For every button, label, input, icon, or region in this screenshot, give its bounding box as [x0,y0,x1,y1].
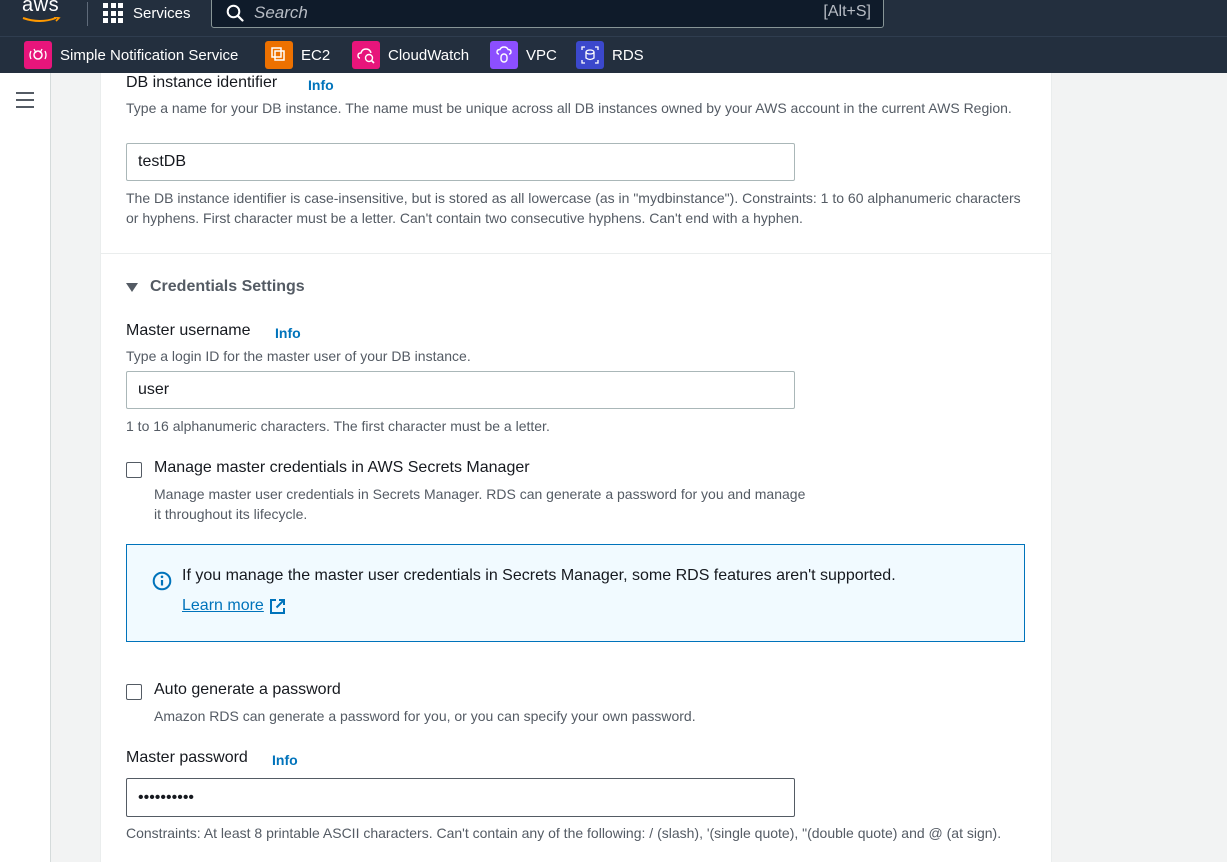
external-link-icon [269,598,285,614]
cloudwatch-icon [352,41,380,69]
favorite-cloudwatch[interactable]: CloudWatch [352,41,469,69]
learn-more-label: Learn more [182,597,264,614]
auto-generate-password-label[interactable]: Auto generate a password [154,681,341,699]
create-database-form: DB instance identifier Info Type a name … [100,73,1052,862]
rds-icon [576,41,604,69]
vpc-icon [490,41,518,69]
global-search-box[interactable]: [Alt+S] [211,0,884,28]
favorite-label: EC2 [301,46,331,64]
auto-generate-password-checkbox[interactable] [126,684,142,700]
nav-divider [87,2,88,26]
favorite-sns[interactable]: Simple Notification Service [24,41,238,69]
secrets-manager-description: Manage master user credentials in Secret… [154,486,806,522]
favorite-label: Simple Notification Service [60,46,239,64]
auto-generate-password-description: Amazon RDS can generate a password for y… [154,708,696,724]
ec2-icon [265,41,293,69]
credentials-settings-title: Credentials Settings [150,278,305,295]
favorite-rds[interactable]: RDS [576,41,644,69]
db-identifier-description: Type a name for your DB instance. The na… [126,100,1012,116]
search-icon [226,4,244,22]
favorite-ec2[interactable]: EC2 [265,41,330,69]
db-identifier-input[interactable] [126,143,795,181]
master-password-info-link[interactable]: Info [272,752,298,768]
master-username-label: Master username [126,322,251,339]
info-circle-icon [152,571,172,591]
master-username-input[interactable] [126,371,795,409]
caret-down-icon [126,282,138,292]
db-identifier-info-link[interactable]: Info [308,77,334,93]
menu-icon[interactable] [16,92,36,108]
master-password-constraint: Constraints: At least 8 printable ASCII … [126,825,1002,841]
db-identifier-label: DB instance identifier [126,74,278,91]
favorite-label: CloudWatch [388,46,470,64]
aws-logo[interactable]: aws [22,0,59,17]
side-navigation-strip [0,73,51,862]
alert-message: If you manage the master user credential… [182,567,896,584]
search-input[interactable] [252,2,816,24]
master-password-label: Master password [126,749,248,766]
services-label: Services [133,4,191,22]
sns-icon [24,41,52,69]
favorite-vpc[interactable]: VPC [490,41,557,69]
credentials-settings-toggle[interactable]: Credentials Settings [126,278,305,296]
search-shortcut-hint: [Alt+S] [823,3,871,20]
favorite-label: VPC [526,46,557,64]
secrets-manager-checkbox[interactable] [126,462,142,478]
top-navigation-bar: aws Services [Alt+S] [0,0,1227,36]
favorites-bar: Simple Notification Service EC2 CloudWat… [0,36,1227,73]
master-password-input[interactable] [126,778,795,817]
services-grid-icon [103,3,123,23]
aws-smile-icon [22,17,61,22]
section-divider [101,253,1051,254]
secrets-manager-info-alert: If you manage the master user credential… [126,544,1025,642]
learn-more-link[interactable]: Learn more [182,597,286,615]
services-menu-button[interactable]: Services [103,0,191,26]
master-username-description: Type a login ID for the master user of y… [126,348,471,364]
db-identifier-constraint: The DB instance identifier is case-insen… [126,190,1021,226]
favorite-label: RDS [612,46,644,64]
master-username-constraint: 1 to 16 alphanumeric characters. The fir… [126,418,550,434]
secrets-manager-label[interactable]: Manage master credentials in AWS Secrets… [154,459,530,477]
master-username-info-link[interactable]: Info [275,325,301,341]
